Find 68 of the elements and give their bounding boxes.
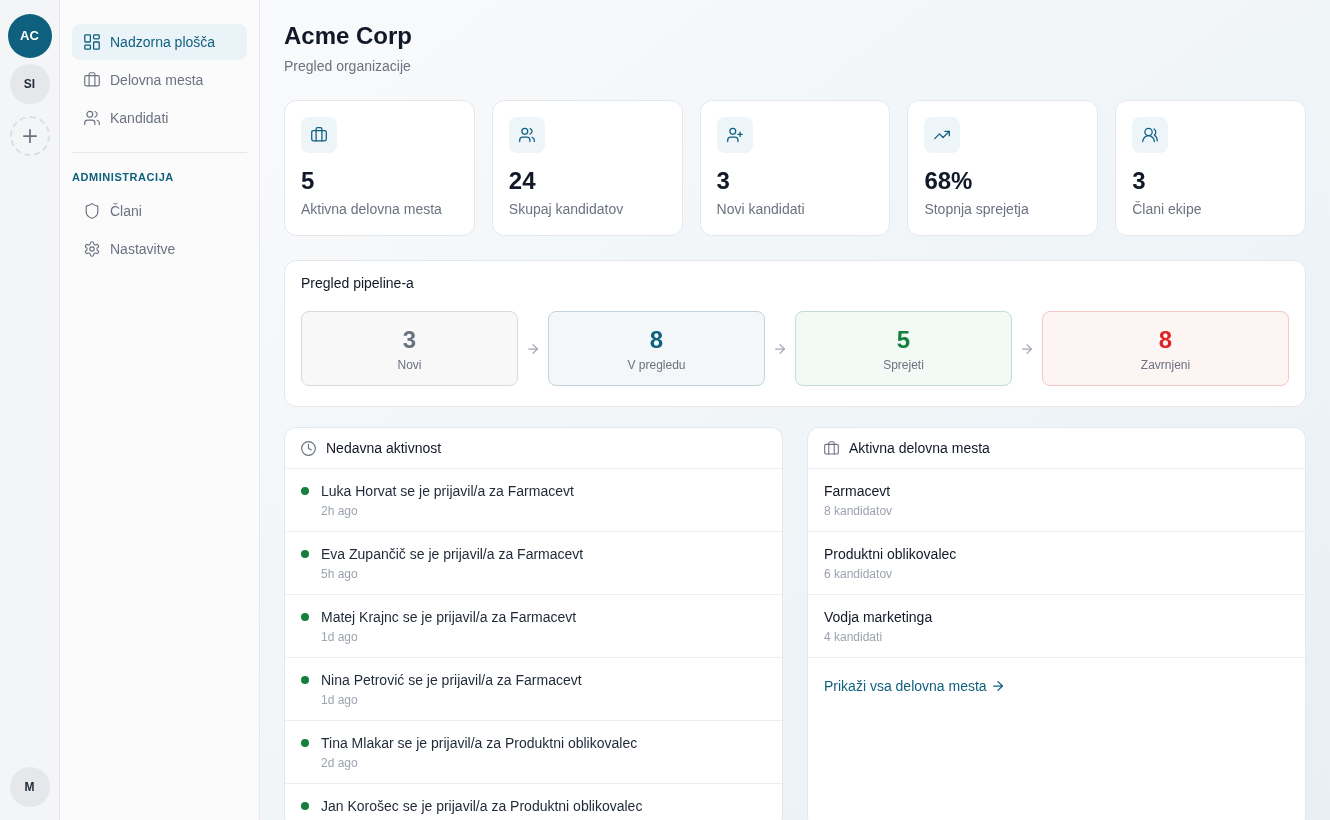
user-avatar[interactable]: M [9, 767, 50, 807]
view-all-jobs-link[interactable]: Prikaži vsa delovna mesta [824, 676, 1003, 696]
clock-icon [301, 440, 316, 456]
users-icon [1132, 117, 1169, 153]
activity-time: 5h ago [321, 566, 359, 582]
stat-value: 68% [924, 166, 974, 196]
panel-title: Aktivna delovna mesta [849, 439, 990, 458]
activity-time: 2h ago [321, 503, 359, 519]
stage-count: 8 [1158, 325, 1173, 355]
briefcase-icon [84, 72, 100, 88]
job-title: Farmacevt [824, 482, 891, 501]
activity-text: Matej Krajnc se je prijavil/a za Farmacevt [321, 608, 577, 627]
job-title: Vodja marketinga [824, 608, 933, 627]
activity-text: Jan Korošec se je prijavil/a za Produktni oblikovalec [321, 797, 643, 816]
job-candidates: 6 kandidatov [824, 566, 893, 582]
stat-label: Stopnja sprejetja [924, 200, 1030, 219]
stat-label: Aktivna delovna mesta [301, 200, 443, 219]
users-icon [508, 117, 545, 153]
user-plus-icon [716, 117, 753, 153]
stage-count: 3 [402, 325, 417, 355]
job-candidates: 4 kandidati [824, 629, 883, 645]
users-icon [84, 110, 100, 126]
stage-label: Sprejeti [883, 357, 924, 373]
stage-count: 5 [896, 325, 911, 355]
workspace-avatar[interactable]: AC [7, 14, 52, 58]
nav-item[interactable]: Kandidati [72, 100, 247, 136]
arrow-right-icon [992, 681, 1003, 691]
activity-text: Nina Petrović se je prijavil/a za Farmacevt [321, 671, 582, 690]
pipeline-title: Pregled pipeline-a [301, 274, 415, 293]
activity-time: 1d ago [321, 692, 359, 708]
activity-text: Eva Zupančič se je prijavil/a za Farmacevt [321, 545, 584, 564]
activity-time: 2d ago [321, 755, 359, 771]
panel-title: Nedavna aktivnost [326, 439, 442, 458]
stat-label: Novi kandidati [716, 200, 806, 219]
stat-label: Člani ekipe [1132, 200, 1203, 219]
activity-time: 1d ago [321, 629, 359, 645]
stat-value: 5 [301, 166, 316, 196]
stat-value: 3 [716, 166, 731, 196]
section-heading: ADMINISTRACIJA [72, 170, 175, 185]
arrow-right-icon [528, 343, 538, 354]
activity-text: Tina Mlakar se je prijavil/a za Produktni oblikovalec [321, 734, 638, 753]
arrow-right-icon [1022, 343, 1032, 354]
nav-item[interactable]: Delovna mesta [72, 62, 247, 98]
stat-label: Skupaj kandidatov [508, 200, 625, 219]
shield-icon [84, 203, 100, 219]
settings-icon [84, 241, 100, 257]
stat-value: 3 [1132, 166, 1147, 196]
nav-item[interactable]: Nastavitve [72, 231, 247, 267]
stat-value: 24 [508, 166, 537, 196]
arrow-right-icon [775, 343, 785, 354]
stage-label: Zavrnjeni [1140, 357, 1191, 373]
briefcase-icon [301, 117, 337, 153]
nav-item[interactable]: Nadzorna plošča [72, 24, 247, 60]
dashboard-icon [84, 34, 100, 50]
workspace-avatar[interactable]: SI [9, 64, 50, 104]
add-workspace-button[interactable] [9, 116, 50, 156]
page-title: Acme Corp [284, 21, 414, 51]
nav-item[interactable]: Člani [72, 193, 247, 229]
job-candidates: 8 kandidatov [824, 503, 893, 519]
trending-up-icon [924, 117, 961, 153]
activity-text: Luka Horvat se je prijavil/a za Farmacevt [321, 482, 574, 501]
page-subtitle: Pregled organizacije [284, 57, 412, 76]
job-title: Produktni oblikovalec [824, 545, 957, 564]
briefcase-icon [824, 440, 839, 456]
stage-label: Novi [397, 357, 422, 373]
stage-label: V pregledu [627, 357, 686, 373]
stage-count: 8 [649, 325, 664, 355]
plus-icon [22, 129, 37, 143]
